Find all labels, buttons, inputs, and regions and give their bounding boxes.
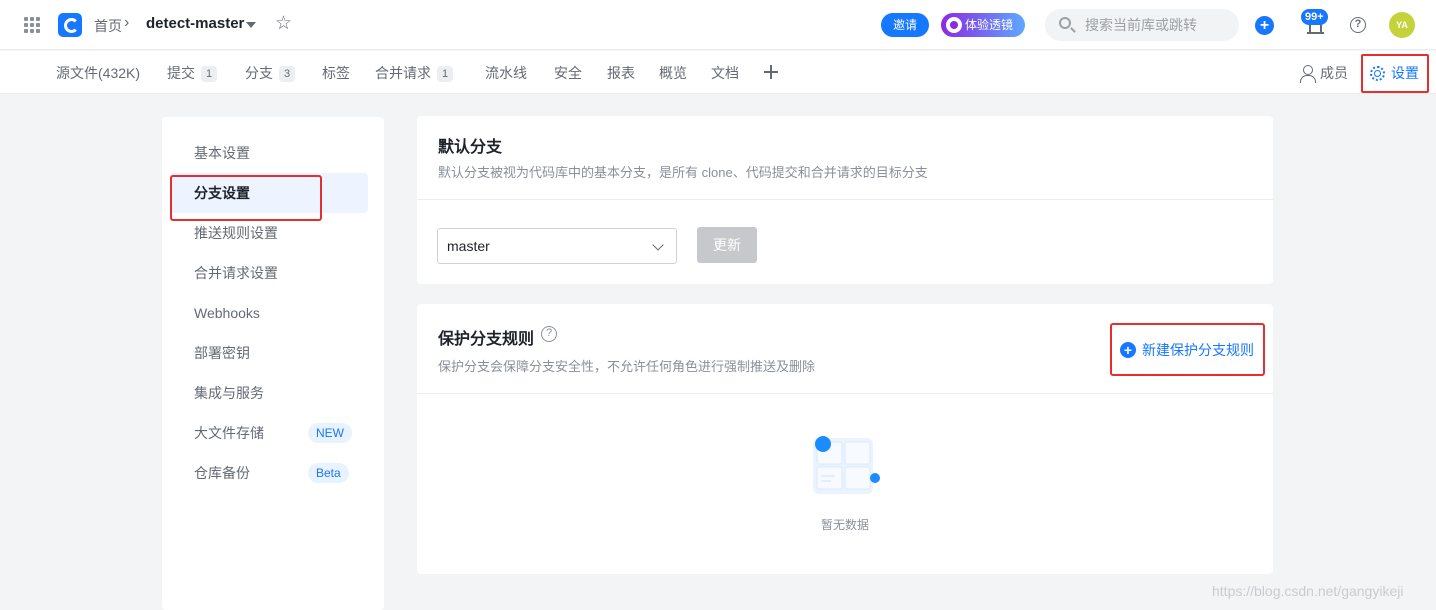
tab-source[interactable]: 源文件(432K) (56, 64, 140, 82)
sidebar-item-label: 仓库备份 (194, 465, 250, 481)
lens-icon (946, 17, 962, 33)
tab-count-badge: 1 (437, 66, 453, 82)
tab-docs[interactable]: 文档 (711, 64, 739, 82)
default-branch-select[interactable]: master (437, 228, 677, 264)
sidebar-item-merge-requests[interactable]: 合并请求设置 (162, 253, 384, 293)
chevron-down-icon (652, 239, 664, 251)
tab-overview[interactable]: 概览 (659, 64, 687, 82)
beta-badge: Beta (308, 463, 349, 483)
protected-branch-description: 保护分支会保障分支安全性，不允许任何角色进行强制推送及删除 (438, 359, 816, 374)
create-button[interactable]: + (1255, 16, 1274, 35)
protected-branch-card: 保护分支规则 ? 保护分支会保障分支安全性，不允许任何角色进行强制推送及删除 +… (417, 304, 1273, 574)
sidebar-item-backup[interactable]: 仓库备份 Beta (162, 453, 384, 493)
default-branch-description: 默认分支被视为代码库中的基本分支，是所有 clone、代码提交和合并请求的目标分… (438, 165, 928, 180)
tab-tags[interactable]: 标签 (322, 64, 350, 82)
watermark: https://blog.csdn.net/gangyikeji (1212, 583, 1404, 599)
sidebar-item-label: 大文件存储 (194, 425, 264, 441)
top-bar: 首页 › detect-master ☆ 邀请 体验透镜 + 99+ ? YA (0, 0, 1436, 50)
caret-down-icon[interactable] (246, 22, 256, 28)
tab-members[interactable]: 成员 (1298, 64, 1348, 82)
tab-branches[interactable]: 分支 3 (245, 64, 295, 82)
lens-label: 体验透镜 (965, 18, 1014, 32)
tab-reports[interactable]: 报表 (607, 64, 635, 82)
highlight-box (170, 175, 322, 221)
sidebar-item-basic[interactable]: 基本设置 (162, 133, 384, 173)
breadcrumb-separator-icon: › (124, 14, 130, 31)
plus-circle-icon: + (1120, 342, 1136, 358)
default-branch-value: master (447, 238, 490, 254)
repo-tabs: 源文件(432K) 提交 1 分支 3 标签 合并请求 1 流水线 安全 报表 概览 … (0, 51, 1436, 94)
help-circle-icon[interactable]: ? (541, 326, 557, 342)
tab-settings[interactable]: 设置 (1361, 54, 1429, 93)
search-icon (1059, 17, 1071, 29)
empty-state-text: 暂无数据 (820, 518, 869, 532)
avatar[interactable]: YA (1389, 12, 1415, 38)
divider (417, 393, 1273, 394)
search-input[interactable] (1085, 15, 1235, 35)
star-icon[interactable]: ☆ (275, 13, 292, 35)
help-icon[interactable]: ? (1350, 17, 1366, 33)
new-protected-rule-button[interactable]: + 新建保护分支规则 (1110, 323, 1265, 376)
default-branch-title: 默认分支 (438, 139, 503, 156)
protected-branch-title: 保护分支规则 (438, 331, 535, 348)
gear-icon (1370, 66, 1385, 81)
tab-count-badge: 3 (279, 66, 295, 82)
tab-merge-requests[interactable]: 合并请求 1 (375, 64, 453, 82)
add-tab-icon[interactable] (764, 65, 778, 79)
invite-button[interactable]: 邀请 (881, 13, 929, 37)
sidebar-item-integrations[interactable]: 集成与服务 (162, 373, 384, 413)
tab-count-badge: 1 (201, 66, 217, 82)
breadcrumb-home[interactable]: 首页 (94, 16, 122, 36)
settings-label: 设置 (1391, 65, 1419, 81)
sidebar-item-lfs[interactable]: 大文件存储 NEW (162, 413, 384, 453)
divider (417, 199, 1273, 200)
empty-state-icon (813, 436, 880, 494)
sidebar-item-deploy-keys[interactable]: 部署密钥 (162, 333, 384, 373)
new-rule-label: 新建保护分支规则 (1142, 342, 1254, 358)
default-branch-card: 默认分支 默认分支被视为代码库中的基本分支，是所有 clone、代码提交和合并请… (417, 116, 1273, 284)
sidebar-item-webhooks[interactable]: Webhooks (162, 293, 384, 333)
tab-commits[interactable]: 提交 1 (167, 64, 217, 82)
tab-pipelines[interactable]: 流水线 (485, 64, 527, 82)
search-box[interactable] (1045, 9, 1239, 41)
update-button[interactable]: 更新 (697, 227, 757, 263)
notification-badge: 99+ (1301, 9, 1328, 25)
logo-icon[interactable] (58, 13, 82, 37)
repo-name[interactable]: detect-master (146, 15, 244, 32)
new-badge: NEW (308, 423, 352, 443)
tab-security[interactable]: 安全 (554, 64, 582, 82)
apps-grid-icon[interactable] (24, 17, 40, 33)
lens-button[interactable]: 体验透镜 (941, 13, 1025, 37)
